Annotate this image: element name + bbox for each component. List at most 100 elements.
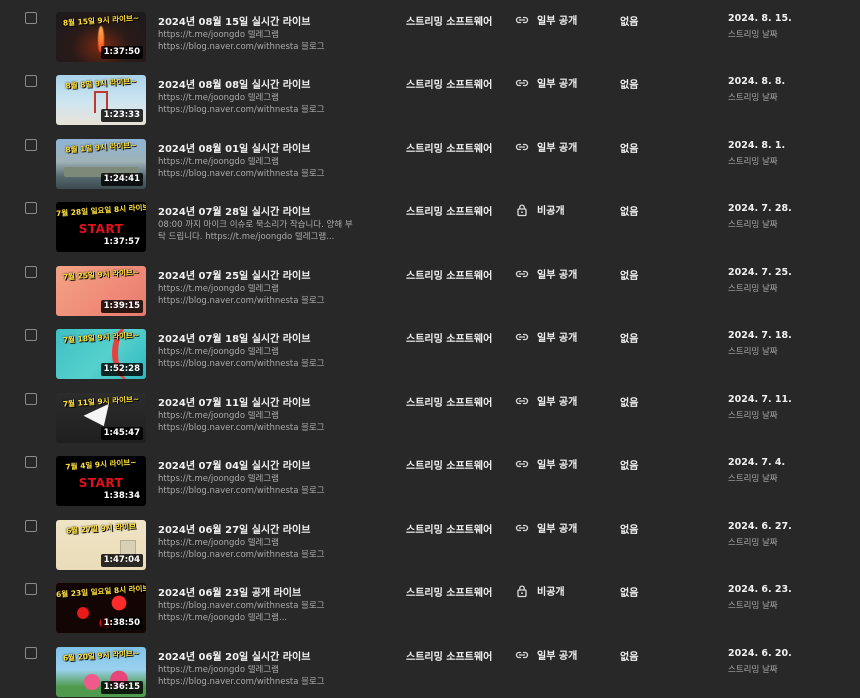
row-checkbox[interactable]	[25, 266, 37, 278]
row-checkbox[interactable]	[25, 12, 37, 24]
video-thumbnail[interactable]: 6월 23일 일요일 8시 라이브~ 1:38:50	[56, 583, 146, 633]
visibility-dropdown[interactable]: 일부 공개	[515, 266, 577, 281]
video-title[interactable]: 2024년 07월 04일 실시간 라이브	[158, 457, 310, 472]
date-label: 스트리밍 날짜	[728, 157, 778, 167]
video-description-line2: https://blog.naver.com/withnesta 블로그	[158, 677, 325, 687]
video-title[interactable]: 2024년 07월 28일 실시간 라이브	[158, 203, 310, 218]
thumbnail-caption: 6월 23일 일요일 8시 라이브~	[56, 583, 146, 600]
video-description-line2: 탁 드립니다. https://t.me/joongdo 텔레그램...	[158, 232, 335, 242]
row-checkbox[interactable]	[25, 520, 37, 532]
restrictions-value: 없음	[620, 525, 639, 536]
table-row[interactable]: 7월 11일 9시 라이브~ 1:45:47 2024년 07월 11일 실시간…	[0, 381, 860, 444]
visibility-dropdown[interactable]: 일부 공개	[515, 520, 577, 535]
video-thumbnail[interactable]: 7월 4일 9시 라이브~ START 1:38:34	[56, 456, 146, 506]
table-row[interactable]: 7월 4일 9시 라이브~ START 1:38:34 2024년 07월 04…	[0, 444, 860, 507]
row-checkbox[interactable]	[25, 456, 37, 468]
visibility-dropdown[interactable]: 일부 공개	[515, 139, 577, 154]
thumbnail-big-text: START	[78, 222, 124, 236]
thumbnail-caption: 7월 4일 9시 라이브~	[65, 457, 137, 472]
video-description-line1: https://t.me/joongdo 텔레그램	[158, 665, 279, 675]
visibility-label: 일부 공개	[537, 143, 578, 154]
visibility-label: 비공개	[537, 206, 565, 217]
table-row[interactable]: 8월 1일 9시 라이브~ 1:24:41 2024년 08월 01일 실시간 …	[0, 127, 860, 190]
link-icon	[515, 76, 529, 90]
link-icon	[515, 521, 529, 535]
video-title[interactable]: 2024년 07월 11일 실시간 라이브	[158, 394, 310, 409]
stream-source: 스트리밍 소프트웨어	[406, 334, 493, 345]
stream-source: 스트리밍 소프트웨어	[406, 398, 493, 409]
table-row[interactable]: 8월 15일 9시 라이브~ 1:37:50 2024년 08월 15일 실시간…	[0, 0, 860, 63]
visibility-label: 일부 공개	[537, 460, 578, 471]
stream-date: 2024. 6. 23.	[728, 584, 792, 595]
visibility-dropdown[interactable]: 일부 공개	[515, 393, 577, 408]
link-icon	[515, 140, 529, 154]
video-thumbnail[interactable]: 8월 8일 9시 라이브~ 1:23:33	[56, 75, 146, 125]
stream-source: 스트리밍 소프트웨어	[406, 17, 493, 28]
duration-badge: 1:24:41	[100, 173, 143, 186]
link-icon	[515, 648, 529, 662]
video-thumbnail[interactable]: 8월 1일 9시 라이브~ 1:24:41	[56, 139, 146, 189]
visibility-dropdown[interactable]: 일부 공개	[515, 456, 577, 471]
video-thumbnail[interactable]: 8월 15일 9시 라이브~ 1:37:50	[56, 12, 146, 62]
visibility-dropdown[interactable]: 일부 공개	[515, 329, 577, 344]
video-description-line1: 08:00 까지 마이크 이슈로 묵소리가 작습니다. 양해 부	[158, 220, 353, 230]
visibility-label: 일부 공개	[537, 651, 578, 662]
row-checkbox[interactable]	[25, 139, 37, 151]
video-thumbnail[interactable]: 6월 20일 9시 라이브~ 1:36:15	[56, 647, 146, 697]
thumbnail-caption: 7월 28일 일요일 8시 라이브~	[56, 202, 146, 219]
video-title[interactable]: 2024년 08월 08일 실시간 라이브	[158, 76, 310, 91]
video-title[interactable]: 2024년 07월 25일 실시간 라이브	[158, 267, 310, 282]
video-thumbnail[interactable]: 7월 18일 9시 라이브~ 1:52:28	[56, 329, 146, 379]
visibility-dropdown[interactable]: 일부 공개	[515, 12, 577, 27]
visibility-dropdown[interactable]: 일부 공개	[515, 647, 577, 662]
visibility-dropdown[interactable]: 일부 공개	[515, 75, 577, 90]
table-row[interactable]: 6월 23일 일요일 8시 라이브~ 1:38:50 2024년 06월 23일…	[0, 571, 860, 634]
visibility-label: 일부 공개	[537, 397, 578, 408]
stream-source: 스트리밍 소프트웨어	[406, 652, 493, 663]
row-checkbox[interactable]	[25, 75, 37, 87]
table-row[interactable]: 7월 28일 일요일 8시 라이브~ START 1:37:57 2024년 0…	[0, 190, 860, 253]
table-row[interactable]: 7월 18일 9시 라이브~ 1:52:28 2024년 07월 18일 실시간…	[0, 317, 860, 380]
stream-date: 2024. 7. 11.	[728, 394, 792, 405]
video-title[interactable]: 2024년 08월 15일 실시간 라이브	[158, 13, 310, 28]
row-checkbox[interactable]	[25, 647, 37, 659]
table-row[interactable]: 6월 27일 9시 라이브 1:47:04 2024년 06월 27일 실시간 …	[0, 508, 860, 571]
date-label: 스트리밍 날짜	[728, 220, 778, 230]
video-thumbnail[interactable]: 7월 28일 일요일 8시 라이브~ START 1:37:57	[56, 202, 146, 252]
thumbnail-big-text: START	[78, 476, 124, 490]
video-description-line2: https://t.me/joongdo 텔레그램...	[158, 613, 288, 623]
video-title[interactable]: 2024년 06월 20일 실시간 라이브	[158, 648, 310, 663]
video-title[interactable]: 2024년 07월 18일 실시간 라이브	[158, 330, 310, 345]
video-description-line2: https://blog.naver.com/withnesta 블로그	[158, 296, 325, 306]
restrictions-value: 없음	[620, 652, 639, 663]
video-title[interactable]: 2024년 06월 27일 실시간 라이브	[158, 521, 310, 536]
video-title[interactable]: 2024년 08월 01일 실시간 라이브	[158, 140, 310, 155]
stream-source: 스트리밍 소프트웨어	[406, 588, 493, 599]
table-row[interactable]: 6월 20일 9시 라이브~ 1:36:15 2024년 06월 20일 실시간…	[0, 635, 860, 698]
restrictions-value: 없음	[620, 207, 639, 218]
video-description-line2: https://blog.naver.com/withnesta 블로그	[158, 423, 325, 433]
table-row[interactable]: 8월 8일 9시 라이브~ 1:23:33 2024년 08월 08일 실시간 …	[0, 63, 860, 126]
stream-source: 스트리밍 소프트웨어	[406, 525, 493, 536]
table-row[interactable]: 7월 25일 9시 라이브~ 1:39:15 2024년 07월 25일 실시간…	[0, 254, 860, 317]
row-checkbox[interactable]	[25, 393, 37, 405]
video-thumbnail[interactable]: 7월 11일 9시 라이브~ 1:45:47	[56, 393, 146, 443]
row-checkbox[interactable]	[25, 583, 37, 595]
video-title[interactable]: 2024년 06월 23일 공개 라이브	[158, 584, 301, 599]
video-thumbnail[interactable]: 7월 25일 9시 라이브~ 1:39:15	[56, 266, 146, 316]
stream-date: 2024. 8. 1.	[728, 140, 786, 151]
video-description-line1: https://t.me/joongdo 텔레그램	[158, 474, 279, 484]
visibility-label: 일부 공개	[537, 79, 578, 90]
row-checkbox[interactable]	[25, 202, 37, 214]
video-description-line2: https://blog.naver.com/withnesta 블로그	[158, 169, 325, 179]
video-description-line1: https://t.me/joongdo 텔레그램	[158, 538, 279, 548]
video-thumbnail[interactable]: 6월 27일 9시 라이브 1:47:04	[56, 520, 146, 570]
thumbnail-caption: 7월 25일 9시 라이브~	[62, 267, 140, 282]
video-description-line2: https://blog.naver.com/withnesta 블로그	[158, 42, 325, 52]
lock-icon	[515, 584, 529, 598]
visibility-dropdown[interactable]: 비공개	[515, 583, 565, 598]
link-icon	[515, 330, 529, 344]
visibility-dropdown[interactable]: 비공개	[515, 202, 565, 217]
date-label: 스트리밍 날짜	[728, 474, 778, 484]
row-checkbox[interactable]	[25, 329, 37, 341]
